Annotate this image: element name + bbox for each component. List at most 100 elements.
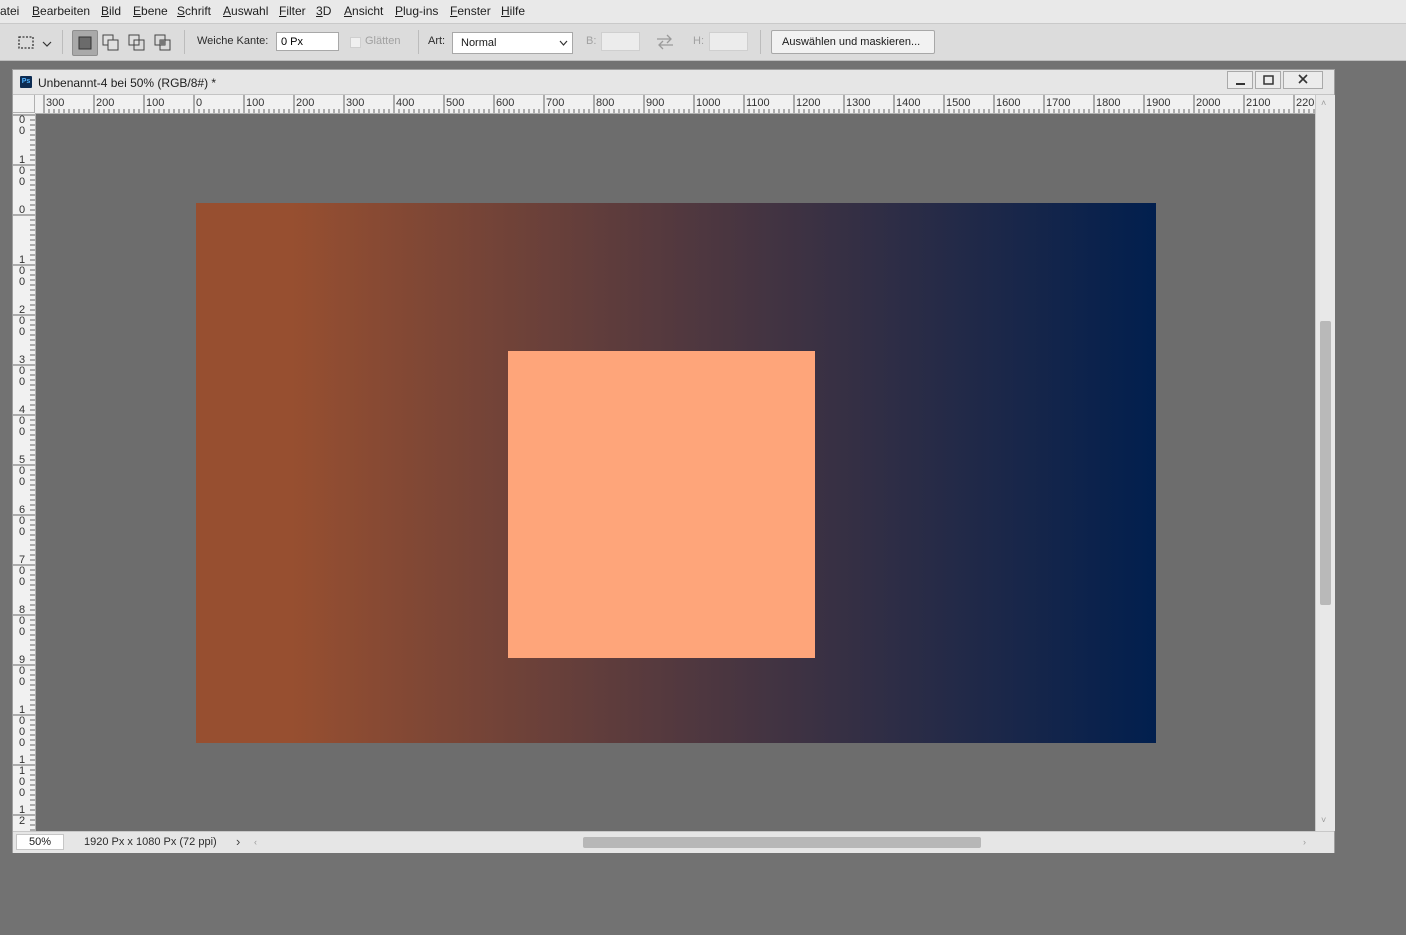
ruler-label: 800 (596, 97, 615, 109)
style-select-value: Normal (461, 37, 497, 49)
menu-schrift[interactable]: Schrift (177, 4, 211, 18)
height-input[interactable] (709, 32, 748, 51)
menu-ansicht[interactable]: Ansicht (344, 4, 383, 18)
ruler-label: 1400 (896, 97, 921, 109)
canvas-area[interactable] (36, 114, 1315, 832)
height-label: H: (693, 35, 704, 47)
intersect-selection-icon[interactable] (152, 32, 174, 54)
ruler-label: 1800 (1096, 97, 1121, 109)
ruler-label: 1100 (746, 97, 770, 109)
menu-ebene[interactable]: Ebene (133, 4, 168, 18)
menu-auswahl[interactable]: Auswahl (223, 4, 268, 18)
width-input[interactable] (601, 32, 640, 51)
scroll-right-icon[interactable]: › (1303, 837, 1306, 847)
horizontal-scroll-thumb[interactable] (583, 837, 981, 848)
ruler-label: 100 (18, 154, 26, 188)
ruler-label: 1300 (846, 97, 871, 109)
horizontal-scrollbar[interactable]: ‹ › (250, 834, 1318, 850)
style-select[interactable]: Normal (452, 32, 573, 54)
ruler-label: 00 (18, 114, 26, 137)
ruler-label: 1900 (1146, 97, 1171, 109)
feather-input[interactable] (276, 32, 339, 51)
ruler-label: 200 (96, 97, 115, 109)
maximize-icon (1263, 75, 1274, 85)
maximize-button[interactable] (1255, 71, 1281, 89)
ruler-label: 0 (196, 97, 203, 109)
ruler-label: 12 (18, 804, 26, 827)
feather-label: Weiche Kante: (197, 35, 269, 47)
menu-filter[interactable]: Filter (279, 4, 306, 18)
new-selection-icon[interactable] (72, 30, 98, 56)
close-button[interactable] (1283, 71, 1323, 89)
swap-icon[interactable] (654, 33, 676, 55)
tool-preset-chevron-down-icon[interactable] (40, 32, 54, 54)
document-window: Ps Unbenannt-4 bei 50% (RGB/8#) * 300 20… (12, 69, 1335, 853)
ruler-label: 900 (646, 97, 665, 109)
menu-plugins[interactable]: Plug-ins (395, 4, 438, 18)
menu-bild[interactable]: Bild (101, 4, 121, 18)
divider (418, 30, 419, 54)
ruler-label: 1000 (18, 704, 26, 749)
vertical-scrollbar[interactable]: ˄ ˅ (1315, 95, 1335, 831)
ruler-label: 100 (18, 254, 26, 288)
chevron-right-icon[interactable]: › (236, 834, 240, 849)
subtract-from-selection-icon[interactable] (126, 32, 148, 54)
ruler-label: 1000 (696, 97, 721, 109)
ruler-label: 600 (496, 97, 515, 109)
document-title: Unbenannt-4 bei 50% (RGB/8#) * (38, 76, 217, 90)
menu-3d[interactable]: 3D (316, 4, 331, 18)
ruler-label: 600 (18, 504, 26, 538)
ruler-label: 500 (446, 97, 465, 109)
width-label: B: (586, 35, 597, 47)
ruler-label: 300 (46, 97, 65, 109)
close-icon (1298, 74, 1308, 84)
document-titlebar[interactable]: Ps Unbenannt-4 bei 50% (RGB/8#) * (13, 70, 1334, 95)
scroll-up-icon[interactable]: ˄ (1321, 98, 1326, 108)
minimize-button[interactable] (1227, 71, 1253, 89)
vertical-ruler[interactable]: 00 100 0 100 200 300 400 500 600 700 800… (13, 113, 36, 831)
ruler-label: 220 (1296, 97, 1315, 109)
minimize-icon (1236, 83, 1245, 85)
divider (62, 30, 63, 54)
rectangular-marquee-icon[interactable] (16, 32, 38, 54)
ruler-label: 1200 (796, 97, 821, 109)
ruler-label: 200 (296, 97, 315, 109)
zoom-field[interactable]: 50% (16, 834, 64, 850)
scroll-down-icon[interactable]: ˅ (1321, 815, 1326, 825)
ruler-label: 400 (396, 97, 415, 109)
ruler-ticks (43, 95, 1315, 113)
gradient-background-layer[interactable] (196, 203, 1156, 743)
menu-fenster[interactable]: Fenster (450, 4, 491, 18)
antialias-checkbox[interactable] (350, 37, 361, 48)
select-and-mask-button[interactable]: Auswählen und maskieren... (771, 30, 935, 54)
ruler-label: 900 (18, 654, 26, 688)
scroll-left-icon[interactable]: ‹ (254, 837, 257, 847)
chevron-down-icon (559, 40, 568, 46)
antialias-label: Glätten (365, 35, 401, 47)
ruler-corner[interactable] (13, 95, 35, 113)
ruler-label: 1700 (1046, 97, 1071, 109)
ruler-label: 700 (18, 554, 26, 588)
orange-square-layer[interactable] (508, 351, 815, 658)
document-info[interactable]: 1920 Px x 1080 Px (72 ppi) (84, 836, 217, 848)
ruler-label: 400 (18, 404, 26, 438)
menu-bar: atei Bearbeiten Bild Ebene Schrift Auswa… (0, 0, 1406, 24)
vertical-scroll-thumb[interactable] (1320, 321, 1331, 605)
style-label: Art: (428, 35, 446, 47)
ruler-label: 100 (146, 97, 165, 109)
menu-bearbeiten[interactable]: Bearbeiten (32, 4, 90, 18)
zoom-value: 50% (29, 836, 52, 848)
ruler-label: 800 (18, 604, 26, 638)
photoshop-icon: Ps (20, 76, 32, 88)
ruler-label: 1100 (18, 754, 26, 799)
ruler-label: 1500 (946, 97, 971, 109)
ruler-label: 100 (246, 97, 265, 109)
add-to-selection-icon[interactable] (100, 32, 122, 54)
horizontal-ruler[interactable]: 300 200 100 0 100 200 300 400 500 600 70… (35, 95, 1318, 114)
ruler-label: 1600 (996, 97, 1021, 109)
divider (184, 30, 185, 54)
menu-datei[interactable]: atei (0, 4, 19, 18)
menu-hilfe[interactable]: Hilfe (501, 4, 525, 18)
ruler-label: 200 (18, 304, 26, 338)
ruler-label: 300 (346, 97, 365, 109)
